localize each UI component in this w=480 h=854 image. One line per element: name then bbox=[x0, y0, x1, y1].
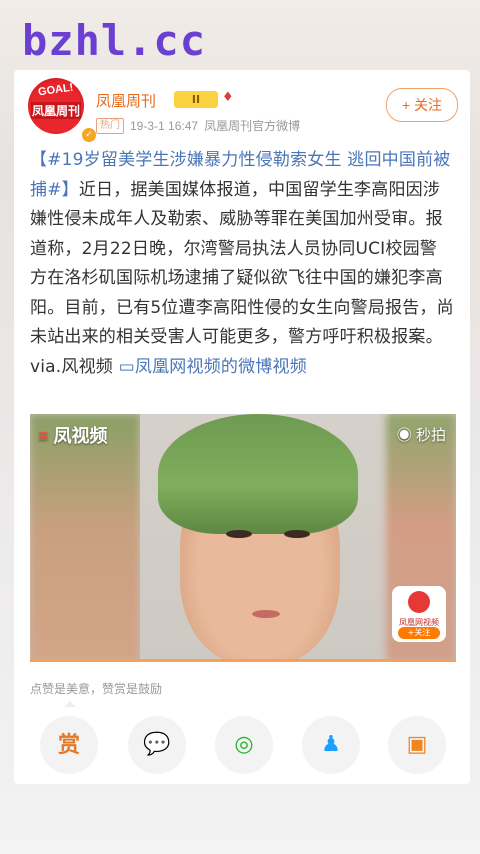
blurred-frame-left bbox=[30, 414, 140, 662]
wechat-icon: 💬 bbox=[143, 732, 171, 757]
video-link-icon: ▭ bbox=[118, 356, 135, 377]
feng-video-brand: 凤视频 bbox=[53, 426, 108, 446]
timestamp: 19-3-1 16:47 bbox=[130, 118, 199, 133]
author-name[interactable]: 凤凰周刊 bbox=[96, 90, 156, 111]
portrait-eye-left bbox=[226, 530, 252, 538]
caption-arrow bbox=[64, 701, 76, 707]
corner-follow-button[interactable]: +关注 bbox=[398, 627, 440, 639]
moments-icon: ◎ bbox=[234, 732, 254, 757]
follow-button[interactable]: + 关注 bbox=[386, 88, 458, 122]
save-image-icon: ▣ bbox=[406, 732, 428, 757]
hot-tag: 热门 bbox=[96, 117, 124, 134]
reward-button[interactable]: 赏 bbox=[40, 716, 98, 774]
video-progress-bar[interactable] bbox=[30, 659, 456, 662]
qq-icon: ♟ bbox=[321, 732, 341, 757]
ifeng-logo-icon bbox=[408, 591, 430, 613]
crown-badge-level: II bbox=[191, 93, 201, 106]
feng-video-icon: ≡ bbox=[38, 426, 49, 446]
feng-video-logo: ≡ 凤视频 bbox=[38, 422, 108, 448]
portrait-eye-right bbox=[284, 530, 310, 538]
ifeng-video-badge[interactable]: 凤凰网视频 +关注 bbox=[392, 586, 446, 642]
avatar-logo-text: 凤凰周刊 bbox=[31, 102, 82, 119]
avatar-goal-text: GOAL! bbox=[37, 81, 75, 99]
avatar[interactable]: GOAL! 凤凰周刊 ✓ bbox=[28, 78, 98, 144]
share-row: 赏 💬 ◎ ♟ ▣ bbox=[40, 716, 450, 776]
portrait-mouth bbox=[252, 610, 280, 618]
video-player[interactable]: ≡ 凤视频 ◉ 秒拍 凤凰网视频 +关注 bbox=[30, 414, 456, 662]
wechat-share-button[interactable]: 💬 bbox=[128, 716, 186, 774]
moments-share-button[interactable]: ◎ bbox=[215, 716, 273, 774]
miaopai-icon: ◉ bbox=[396, 427, 412, 444]
medal-icon: ♦ bbox=[222, 90, 234, 105]
post-source: 凤凰周刊官方微博 bbox=[204, 119, 301, 133]
save-image-button[interactable]: ▣ bbox=[388, 716, 446, 774]
watermark: bzhl.cc bbox=[22, 16, 207, 65]
post-body: 【#19岁留美学生涉嫌暴力性侵勒索女生 逃回中国前被捕#】近日，据美国媒体报道，… bbox=[30, 146, 454, 382]
reward-caption: 点赞是美意，赞赏是鼓励 bbox=[30, 682, 163, 696]
post-body-text: 近日，据美国媒体报道，中国留学生李高阳因涉嫌性侵未成年人及勒索、威胁等罪在美国加… bbox=[30, 179, 454, 377]
miaopai-label: 秒拍 bbox=[415, 427, 446, 444]
qq-share-button[interactable]: ♟ bbox=[302, 716, 360, 774]
video-link[interactable]: 凤凰网视频的微博视频 bbox=[135, 357, 307, 377]
portrait-hair bbox=[158, 414, 358, 534]
miaopai-logo: ◉ 秒拍 bbox=[397, 424, 446, 445]
crown-badge-icon: II bbox=[174, 91, 218, 108]
post-meta: 热门 19-3-1 16:47 凤凰周刊官方微博 bbox=[96, 117, 300, 134]
